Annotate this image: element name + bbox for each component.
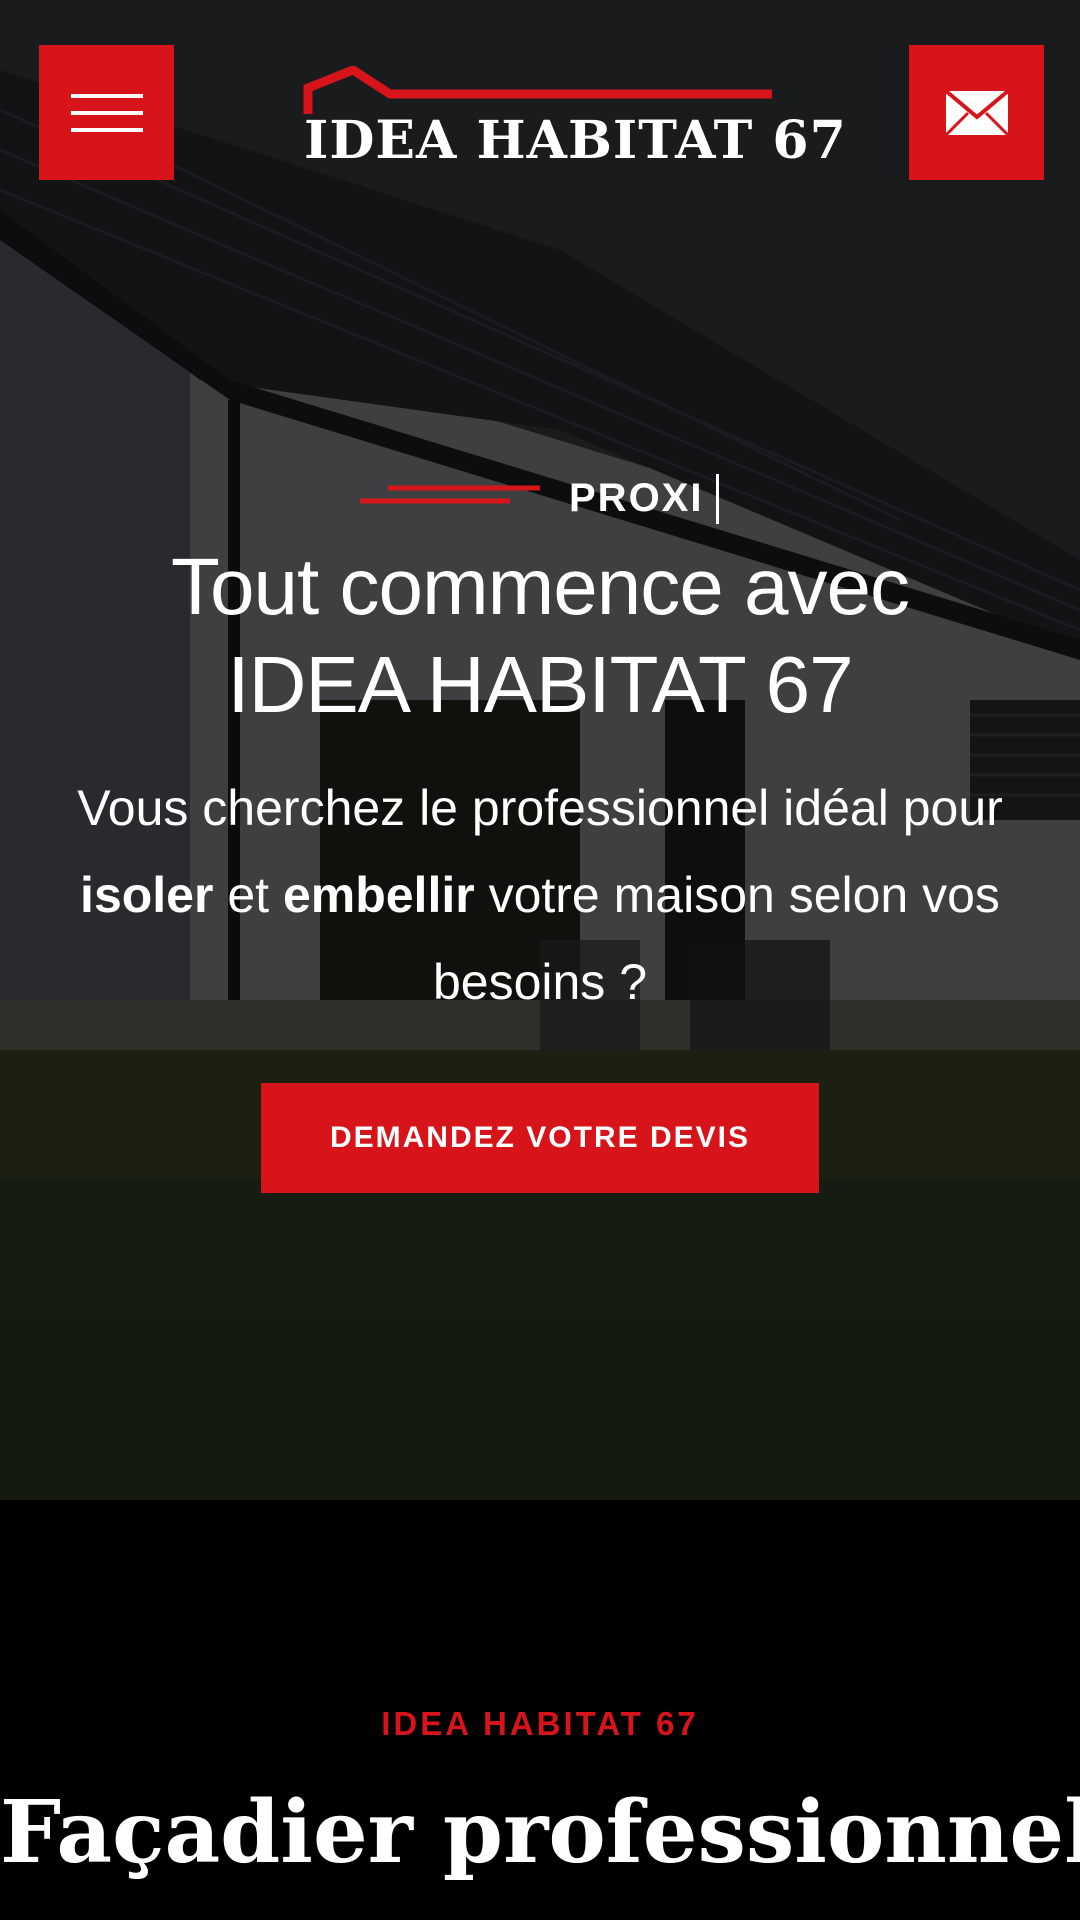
hero-subtitle-text: votre maison selon vos besoins ? — [432, 867, 1000, 1010]
typing-cursor — [716, 474, 719, 524]
hero-subtitle-text: et — [213, 867, 283, 923]
hero-overlay — [0, 0, 1080, 1500]
section-label: IDEA HABITAT 67 — [381, 1705, 699, 1742]
hero-title-line2: IDEA HABITAT 67 — [227, 640, 853, 729]
hamburger-menu-icon — [70, 93, 143, 98]
section-title: Façadier professionnel — [0, 1782, 1080, 1883]
hamburger-menu-icon — [70, 110, 143, 115]
hero-section: IDEA HABITAT 67 PROXI Tout commence avec… — [0, 0, 1080, 1500]
logo-text: IDEA HABITAT 67 — [304, 110, 847, 171]
envelope-icon — [944, 88, 1009, 136]
hero-title-line1: Tout commence avec — [171, 542, 910, 631]
site-logo[interactable]: IDEA HABITAT 67 — [300, 66, 846, 171]
hero-eyebrow: PROXI — [0, 470, 1080, 530]
hero-subtitle-bold-embellir: embellir — [282, 867, 475, 923]
hero-subtitle-bold-isoler: isoler — [80, 867, 214, 923]
request-quote-button[interactable]: DEMANDEZ VOTRE DEVIS — [261, 1083, 819, 1193]
logo-roof-icon — [303, 66, 772, 114]
hero-subtitle-text: Vous cherchez le professionnel idéal pou… — [77, 780, 1003, 836]
decorative-lines — [360, 485, 540, 504]
menu-button[interactable] — [39, 45, 174, 180]
hamburger-menu-icon — [70, 127, 143, 132]
contact-mail-button[interactable] — [909, 45, 1044, 180]
hero-title: Tout commence avec IDEA HABITAT 67 — [60, 538, 1020, 734]
hero-subtitle: Vous cherchez le professionnel idéal pou… — [60, 765, 1020, 1026]
hero-eyebrow-text: PROXI — [569, 476, 704, 520]
